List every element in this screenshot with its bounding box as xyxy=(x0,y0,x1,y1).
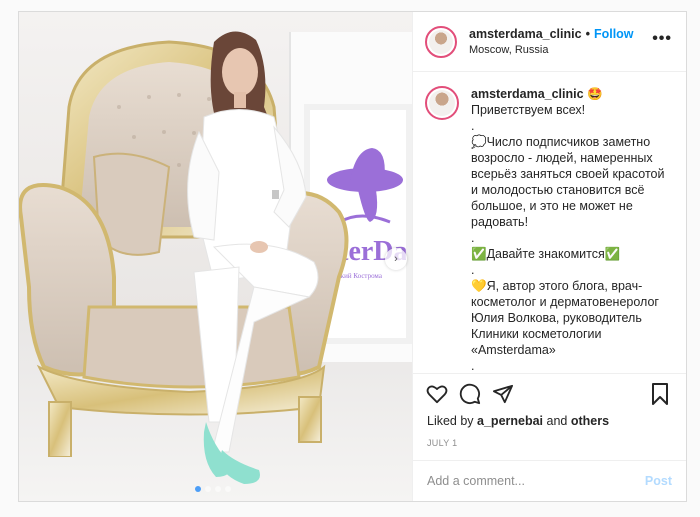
caption-text: amsterdama_clinic 🤩Приветствуем всех! . … xyxy=(471,86,671,373)
slide-dot xyxy=(195,486,201,492)
doctor-figure xyxy=(187,31,319,484)
likes-middle: and xyxy=(543,414,571,428)
action-bar xyxy=(413,374,686,414)
comment-icon[interactable] xyxy=(458,382,482,406)
caption-avatar[interactable] xyxy=(425,86,459,120)
follow-button[interactable]: Follow xyxy=(594,27,634,41)
instagram-post: AsterDa Кремлёвский Кострома › amsterdam… xyxy=(18,11,687,502)
post-comment-button[interactable]: Post xyxy=(645,474,672,488)
slide-dot xyxy=(225,486,231,492)
send-icon[interactable] xyxy=(491,382,515,406)
caption-area: amsterdama_clinic 🤩Приветствуем всех! . … xyxy=(413,72,686,374)
comment-input[interactable] xyxy=(427,474,645,488)
heart-icon[interactable] xyxy=(425,382,449,406)
likes-line: Liked by a_pernebai and others xyxy=(413,414,686,432)
bookmark-icon[interactable] xyxy=(648,382,672,406)
header-text: amsterdama_clinic • Follow Moscow, Russi… xyxy=(469,27,634,56)
location-link[interactable]: Moscow, Russia xyxy=(469,44,634,56)
post-side-panel: amsterdama_clinic • Follow Moscow, Russi… xyxy=(412,12,686,501)
post-photo[interactable]: AsterDa Кремлёвский Кострома › xyxy=(19,12,412,501)
post-date[interactable]: JULY 1 xyxy=(413,432,686,460)
username-link[interactable]: amsterdama_clinic xyxy=(469,27,582,41)
header-top-line: amsterdama_clinic • Follow xyxy=(469,27,634,41)
caption-username[interactable]: amsterdama_clinic xyxy=(471,87,584,101)
add-comment-bar: Post xyxy=(413,460,686,501)
slide-dot xyxy=(205,486,211,492)
post-header: amsterdama_clinic • Follow Moscow, Russi… xyxy=(413,12,686,72)
liked-by-others[interactable]: others xyxy=(571,414,609,428)
caption-body: 🤩Приветствуем всех! . 💭Число подписчиков… xyxy=(471,87,665,373)
more-horizontal-icon[interactable]: ••• xyxy=(652,31,672,47)
slide-indicator xyxy=(195,486,231,492)
likes-prefix: Liked by xyxy=(427,414,478,428)
next-slide-button[interactable]: › xyxy=(385,248,407,270)
avatar[interactable] xyxy=(425,25,457,58)
slide-dot xyxy=(215,486,221,492)
liked-by-user[interactable]: a_pernebai xyxy=(477,414,543,428)
separator-dot: • xyxy=(585,27,590,41)
